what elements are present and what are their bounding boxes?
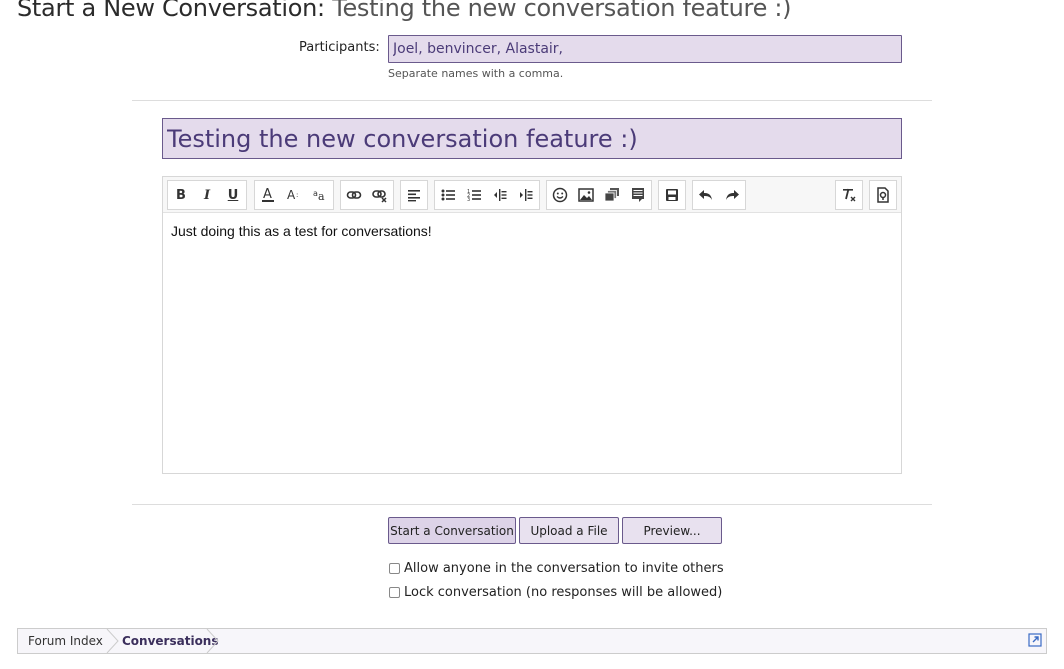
svg-text:A: A xyxy=(287,188,296,202)
toolbar-group-history xyxy=(692,180,746,210)
page-title-prefix: Start a New Conversation: xyxy=(17,0,325,22)
toolbar-group-text-style: B I U xyxy=(167,180,247,210)
font-size-icon[interactable]: A: xyxy=(281,181,307,209)
toolbar-group-font: A A: aa xyxy=(254,180,334,210)
participants-input[interactable] xyxy=(388,35,902,63)
numbered-list-icon[interactable]: 123 xyxy=(461,181,487,209)
toolbar-group-draft xyxy=(658,180,686,210)
image-icon[interactable] xyxy=(573,181,599,209)
option-invite-others[interactable]: Allow anyone in the conversation to invi… xyxy=(389,561,724,576)
editor-toolbar: B I U A A: aa 1 2 3 xyxy=(163,177,901,213)
outdent-icon[interactable] xyxy=(487,181,513,209)
divider-bottom xyxy=(132,504,932,505)
toolbar-group-remove-format xyxy=(835,180,863,210)
remove-format-icon[interactable] xyxy=(836,181,862,209)
invite-others-label: Allow anyone in the conversation to invi… xyxy=(404,561,724,576)
participants-hint: Separate names with a comma. xyxy=(388,67,564,80)
indent-icon[interactable] xyxy=(513,181,539,209)
media-icon[interactable] xyxy=(599,181,625,209)
quote-icon[interactable] xyxy=(625,181,651,209)
toolbar-group-lists: 123 xyxy=(434,180,540,210)
unlink-icon[interactable] xyxy=(367,181,393,209)
link-icon[interactable] xyxy=(341,181,367,209)
bold-icon[interactable]: B xyxy=(168,181,194,209)
lock-label: Lock conversation (no responses will be … xyxy=(404,585,723,600)
redo-icon[interactable] xyxy=(719,181,745,209)
invite-others-checkbox[interactable] xyxy=(389,563,400,574)
option-lock[interactable]: Lock conversation (no responses will be … xyxy=(389,585,722,600)
toolbar-group-bbcode xyxy=(869,180,897,210)
undo-icon[interactable] xyxy=(693,181,719,209)
font-color-icon[interactable]: A xyxy=(255,181,281,209)
font-family-icon[interactable]: aa xyxy=(307,181,333,209)
participants-label: Participants: xyxy=(299,40,380,55)
conversation-title-input[interactable] xyxy=(162,118,902,159)
lock-checkbox[interactable] xyxy=(389,587,400,598)
breadcrumb-separator-icon xyxy=(206,629,219,653)
page-title: Start a New Conversation: Testing the ne… xyxy=(17,0,792,22)
svg-text:a: a xyxy=(318,190,325,203)
jump-menu-icon[interactable] xyxy=(1028,633,1042,647)
start-conversation-button[interactable]: Start a Conversation xyxy=(388,517,516,544)
message-editor[interactable]: B I U A A: aa 1 2 3 Just doing this as a… xyxy=(162,176,902,474)
svg-text:3: 3 xyxy=(467,197,470,202)
align-icon[interactable] xyxy=(401,181,427,209)
breadcrumb-separator-icon xyxy=(106,629,119,653)
svg-text:A: A xyxy=(263,187,272,202)
save-draft-icon[interactable] xyxy=(659,181,685,209)
toolbar-group-align xyxy=(400,180,428,210)
smilie-icon[interactable] xyxy=(547,181,573,209)
bullet-list-icon[interactable] xyxy=(435,181,461,209)
page-title-subject: Testing the new conversation feature :) xyxy=(332,0,792,22)
message-body[interactable]: Just doing this as a test for conversati… xyxy=(171,223,432,239)
breadcrumb-conversations[interactable]: Conversations xyxy=(122,629,219,653)
toolbar-group-links xyxy=(340,180,394,210)
underline-icon[interactable]: U xyxy=(220,181,246,209)
toggle-bbcode-icon[interactable] xyxy=(870,181,896,209)
breadcrumb: Forum Index Conversations xyxy=(17,628,1047,654)
svg-text::: : xyxy=(296,191,298,199)
breadcrumb-forum-index[interactable]: Forum Index xyxy=(28,629,103,653)
toolbar-group-insert xyxy=(546,180,652,210)
upload-file-button[interactable]: Upload a File xyxy=(519,517,619,544)
italic-icon[interactable]: I xyxy=(194,181,220,209)
preview-button[interactable]: Preview... xyxy=(622,517,722,544)
divider-top xyxy=(132,100,932,101)
